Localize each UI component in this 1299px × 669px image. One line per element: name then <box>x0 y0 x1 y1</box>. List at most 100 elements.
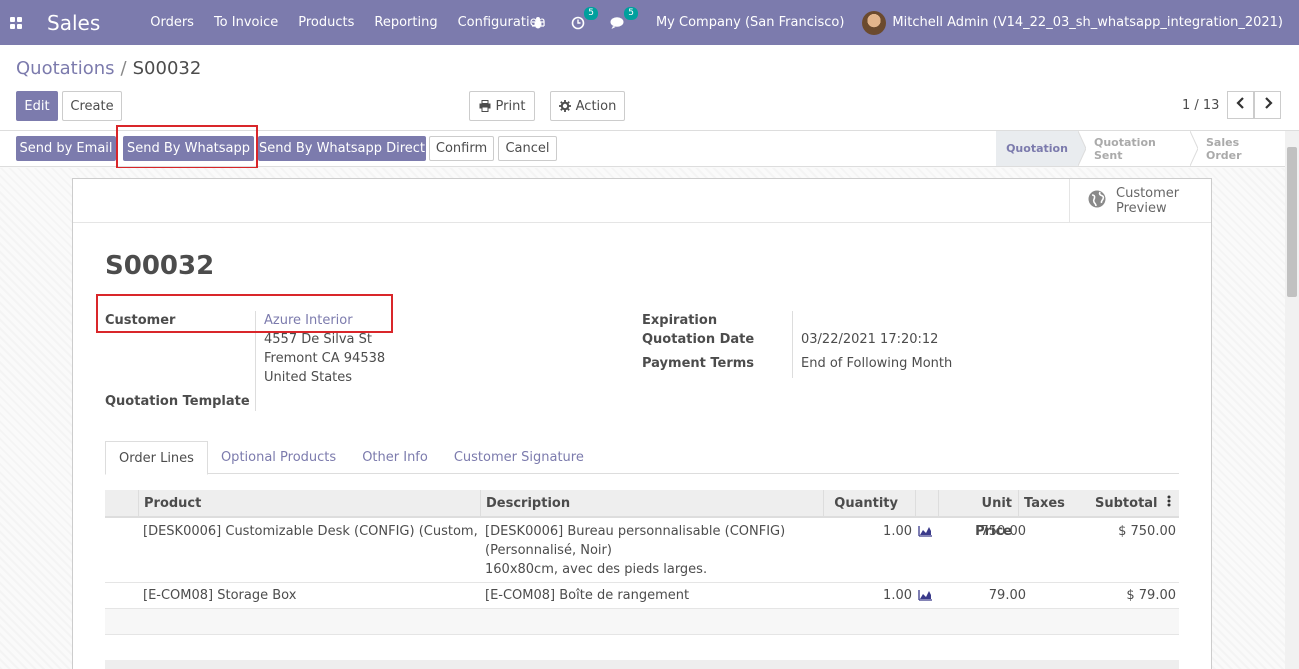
expiration-label: Expiration <box>642 313 718 328</box>
table-header: Product Description Quantity Unit Price … <box>105 490 1179 539</box>
stage-divider <box>1077 130 1087 167</box>
order-lines-table: Product Description Quantity Unit Price … <box>105 490 1179 660</box>
header-unit-price[interactable]: Unit Price <box>938 490 1018 539</box>
highlight-customer <box>96 294 393 333</box>
header-taxes[interactable]: Taxes <box>1018 490 1090 518</box>
header-forecast <box>915 490 938 518</box>
quotation-template-label: Quotation Template <box>105 394 250 409</box>
activity-badge: 5 <box>584 6 598 20</box>
stage-quotation-sent[interactable]: Quotation Sent <box>1086 131 1190 166</box>
table-row[interactable]: [E-COM08] Storage Box [E-COM08] Boîte de… <box>105 583 1179 609</box>
button-box: Customer Preview <box>73 179 1211 223</box>
row-subtotal: $ 750.00 <box>1118 524 1176 539</box>
row-description[interactable]: [E-COM08] Boîte de rangement <box>485 586 821 605</box>
quotation-date-value: 03/22/2021 17:20:12 <box>801 332 939 347</box>
description-line: [DESK0006] Bureau personnalisable (CONFI… <box>485 524 786 539</box>
breadcrumb-quotations[interactable]: Quotations <box>16 58 115 79</box>
top-navbar: Sales Orders To Invoice Products Reporti… <box>0 0 1299 45</box>
tab-optional-products[interactable]: Optional Products <box>208 441 349 474</box>
bug-icon[interactable] <box>528 13 548 33</box>
customer-preview-line2: Preview <box>1116 201 1167 216</box>
breadcrumb-separator: / <box>120 58 127 79</box>
highlight-whatsapp-button <box>116 125 258 169</box>
action-label: Action <box>575 98 617 114</box>
notebook-tabs: Order Lines Optional Products Other Info… <box>105 441 1179 475</box>
empty-table-row <box>105 609 1179 635</box>
stage-bar: Quotation Quotation Sent Sales Order <box>996 130 1286 167</box>
customer-preview-button[interactable]: Customer Preview <box>1069 179 1211 223</box>
chat-icon[interactable]: 5 <box>608 6 638 33</box>
print-button[interactable]: Print <box>469 91 535 121</box>
description-line: (Personnalisé, Noir) <box>485 543 612 558</box>
forecast-graph-icon[interactable] <box>918 588 932 607</box>
record-title: S00032 <box>105 251 215 281</box>
header-quantity[interactable]: Quantity <box>823 490 915 518</box>
menu-orders[interactable]: Orders <box>140 0 204 45</box>
action-button[interactable]: Action <box>550 91 625 121</box>
apps-grid-icon[interactable] <box>0 0 32 45</box>
tab-other-info[interactable]: Other Info <box>349 441 441 474</box>
column-options-icon[interactable] <box>1163 490 1179 518</box>
row-subtotal: $ 79.00 <box>1126 588 1176 603</box>
description-line: 160x80cm, avec des pieds larges. <box>485 562 708 577</box>
menu-products[interactable]: Products <box>288 0 364 45</box>
customer-preview-label: Customer Preview <box>1116 186 1179 216</box>
payment-terms-label: Payment Terms <box>642 356 755 371</box>
breadcrumb: Quotations / S00032 <box>16 58 201 79</box>
cancel-button[interactable]: Cancel <box>498 136 557 161</box>
table-footer <box>105 660 1179 669</box>
control-panel: Quotations / S00032 Edit Create Print Acti… <box>0 45 1299 131</box>
pager-previous-button[interactable] <box>1227 91 1254 119</box>
pager-next-button[interactable] <box>1254 91 1281 119</box>
clock-icon[interactable]: 5 <box>568 6 598 33</box>
pager-value[interactable]: 1 / 13 <box>1182 98 1219 113</box>
menu-to-invoice[interactable]: To Invoice <box>204 0 288 45</box>
print-label: Print <box>495 98 526 114</box>
header-product[interactable]: Product <box>138 490 480 518</box>
breadcrumb-current: S00032 <box>132 58 202 79</box>
send-by-email-button[interactable]: Send by Email <box>16 136 116 161</box>
row-quantity[interactable]: 1.00 <box>823 586 912 605</box>
field-separator <box>792 311 793 378</box>
header-description[interactable]: Description <box>480 490 823 518</box>
row-unit-price[interactable]: 750.00 <box>938 522 1027 541</box>
header-handle <box>105 490 138 518</box>
scrollbar-thumb[interactable] <box>1287 147 1297 297</box>
edit-button[interactable]: Edit <box>16 91 58 121</box>
messages-badge: 5 <box>624 6 638 20</box>
menu-reporting[interactable]: Reporting <box>364 0 447 45</box>
forecast-graph-icon[interactable] <box>918 524 932 543</box>
chevron-right-icon <box>1263 97 1273 113</box>
statusbar: Send by Email Send By Whatsapp Send By W… <box>0 125 1299 169</box>
gear-icon <box>558 100 571 112</box>
row-quantity[interactable]: 1.00 <box>823 522 912 541</box>
payment-terms-value: End of Following Month <box>801 356 953 371</box>
customer-address-line3: United States <box>264 370 353 385</box>
form-sheet: Customer Preview S00032 Customer Azure I… <box>72 178 1212 669</box>
table-row[interactable]: [DESK0006] Customizable Desk (CONFIG) (C… <box>105 520 1179 583</box>
globe-icon <box>1088 190 1106 212</box>
confirm-button[interactable]: Confirm <box>429 136 494 161</box>
chevron-left-icon <box>1235 97 1246 113</box>
customer-preview-line1: Customer <box>1116 186 1180 201</box>
avatar[interactable] <box>862 10 887 35</box>
tab-customer-signature[interactable]: Customer Signature <box>441 441 597 474</box>
create-button[interactable]: Create <box>62 91 122 121</box>
row-description[interactable]: [DESK0006] Bureau personnalisable (CONFI… <box>485 522 821 579</box>
vertical-scrollbar[interactable] <box>1285 131 1299 669</box>
customer-address-line2: Fremont CA 94538 <box>264 351 386 366</box>
row-unit-price[interactable]: 79.00 <box>938 586 1026 605</box>
send-by-whatsapp-direct-button[interactable]: Send By Whatsapp Direct <box>258 136 426 161</box>
stage-divider <box>1189 130 1199 167</box>
header-subtotal[interactable]: Subtotal <box>1090 490 1158 518</box>
tab-order-lines[interactable]: Order Lines <box>105 441 208 475</box>
company-switcher[interactable]: My Company (San Francisco) <box>656 15 844 30</box>
app-brand[interactable]: Sales <box>47 11 100 35</box>
user-menu[interactable]: Mitchell Admin (V14_22_03_sh_whatsapp_in… <box>892 15 1283 30</box>
print-icon <box>479 100 491 112</box>
row-product[interactable]: [DESK0006] Customizable Desk (CONFIG) (C… <box>143 522 481 541</box>
stage-quotation[interactable]: Quotation <box>996 131 1078 166</box>
quotation-date-label: Quotation Date <box>642 332 755 347</box>
stage-sales-order[interactable]: Sales Order <box>1198 131 1286 166</box>
row-product[interactable]: [E-COM08] Storage Box <box>143 586 481 605</box>
